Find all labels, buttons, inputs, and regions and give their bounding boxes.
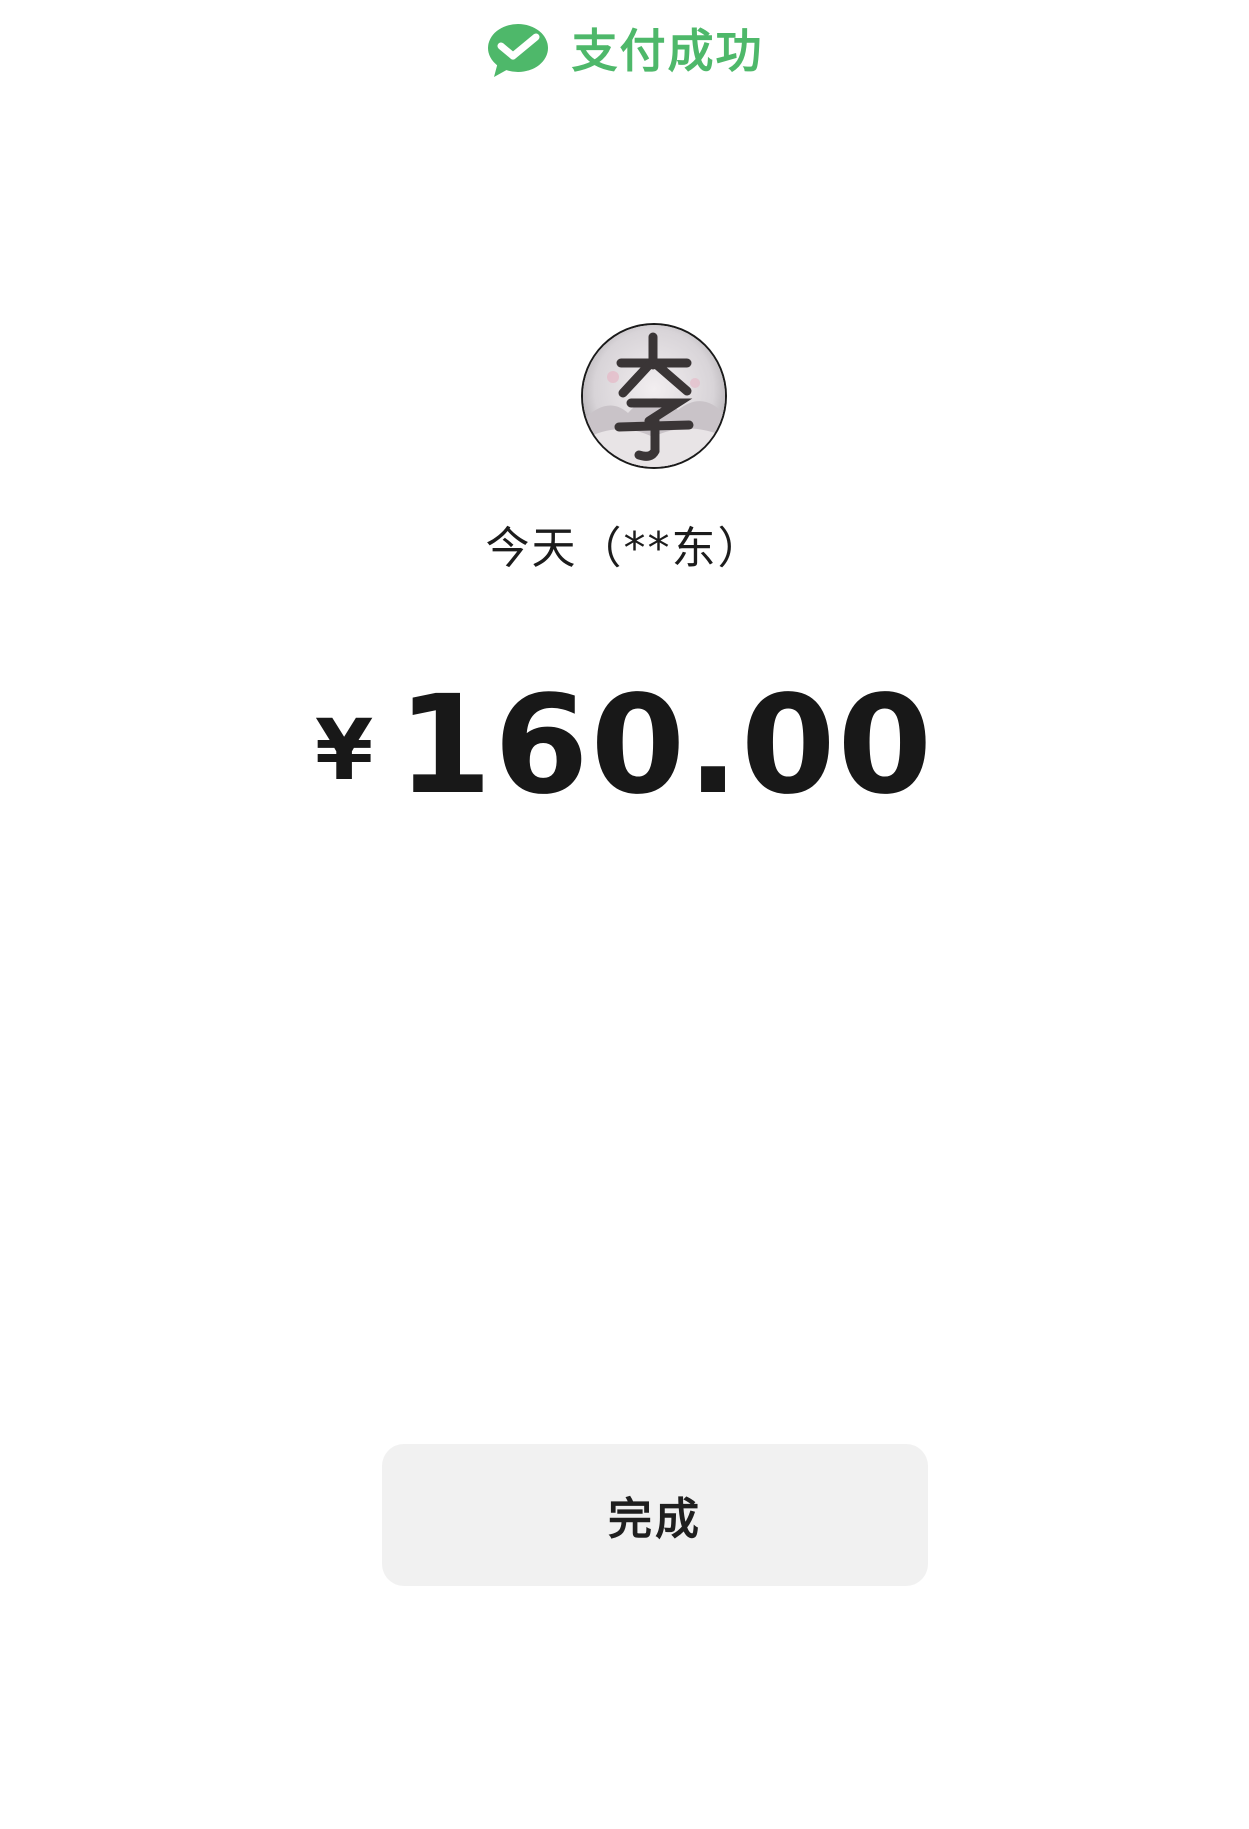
done-button[interactable]: 完成: [382, 1444, 928, 1586]
avatar: [583, 325, 725, 467]
amount-value: 160.00: [397, 667, 935, 825]
avatar-image: [583, 325, 725, 467]
payment-success-title: 支付成功: [571, 24, 764, 78]
wechat-pay-icon: [487, 24, 548, 77]
payment-amount: ¥ 160.00: [0, 678, 1249, 814]
currency-symbol: ¥: [314, 701, 374, 799]
header: 支付成功: [0, 22, 1249, 80]
payee-name: 今天（**东）: [485, 523, 764, 574]
